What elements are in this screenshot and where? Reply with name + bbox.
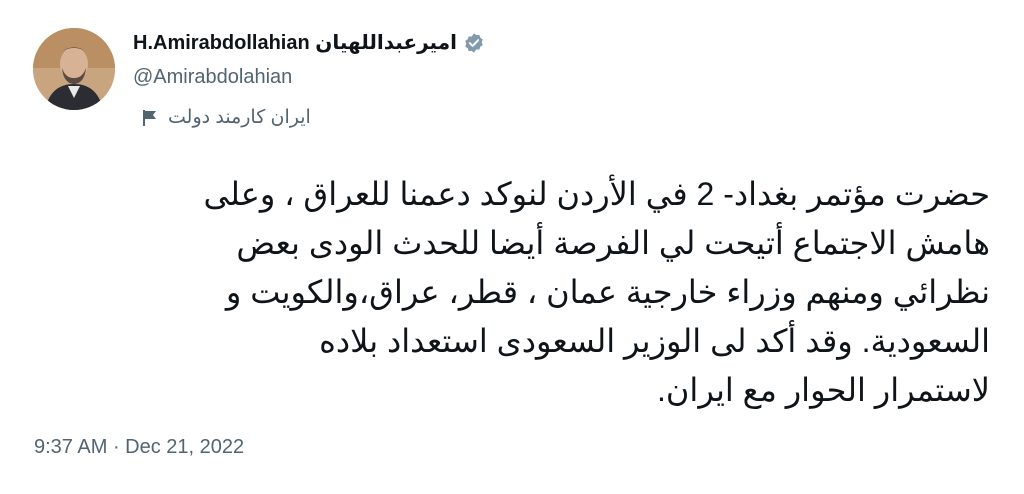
tweet-timestamp[interactable]: 9:37 AM · Dec 21, 2022: [34, 436, 244, 459]
author-handle[interactable]: @Amirabdolahian: [133, 66, 292, 89]
flag-icon: [142, 109, 158, 127]
author-display-name[interactable]: H.Amirabdollahian اميرعبداللهيان: [133, 30, 457, 55]
tweet-text: حضرت مؤتمر بغداد- 2 في الأردن لنوكد دعمن…: [203, 176, 990, 408]
verified-badge-icon: [463, 32, 485, 54]
account-label: ایران کارمند دولت: [142, 106, 311, 129]
account-label-text: ایران کارمند دولت: [168, 107, 311, 128]
tweet-time[interactable]: 9:37 AM: [34, 436, 107, 459]
author-name-row[interactable]: H.Amirabdollahian اميرعبداللهيان: [133, 30, 485, 55]
timestamp-separator: ·: [107, 436, 126, 458]
tweet-date[interactable]: Dec 21, 2022: [125, 436, 244, 459]
avatar[interactable]: [33, 28, 115, 110]
